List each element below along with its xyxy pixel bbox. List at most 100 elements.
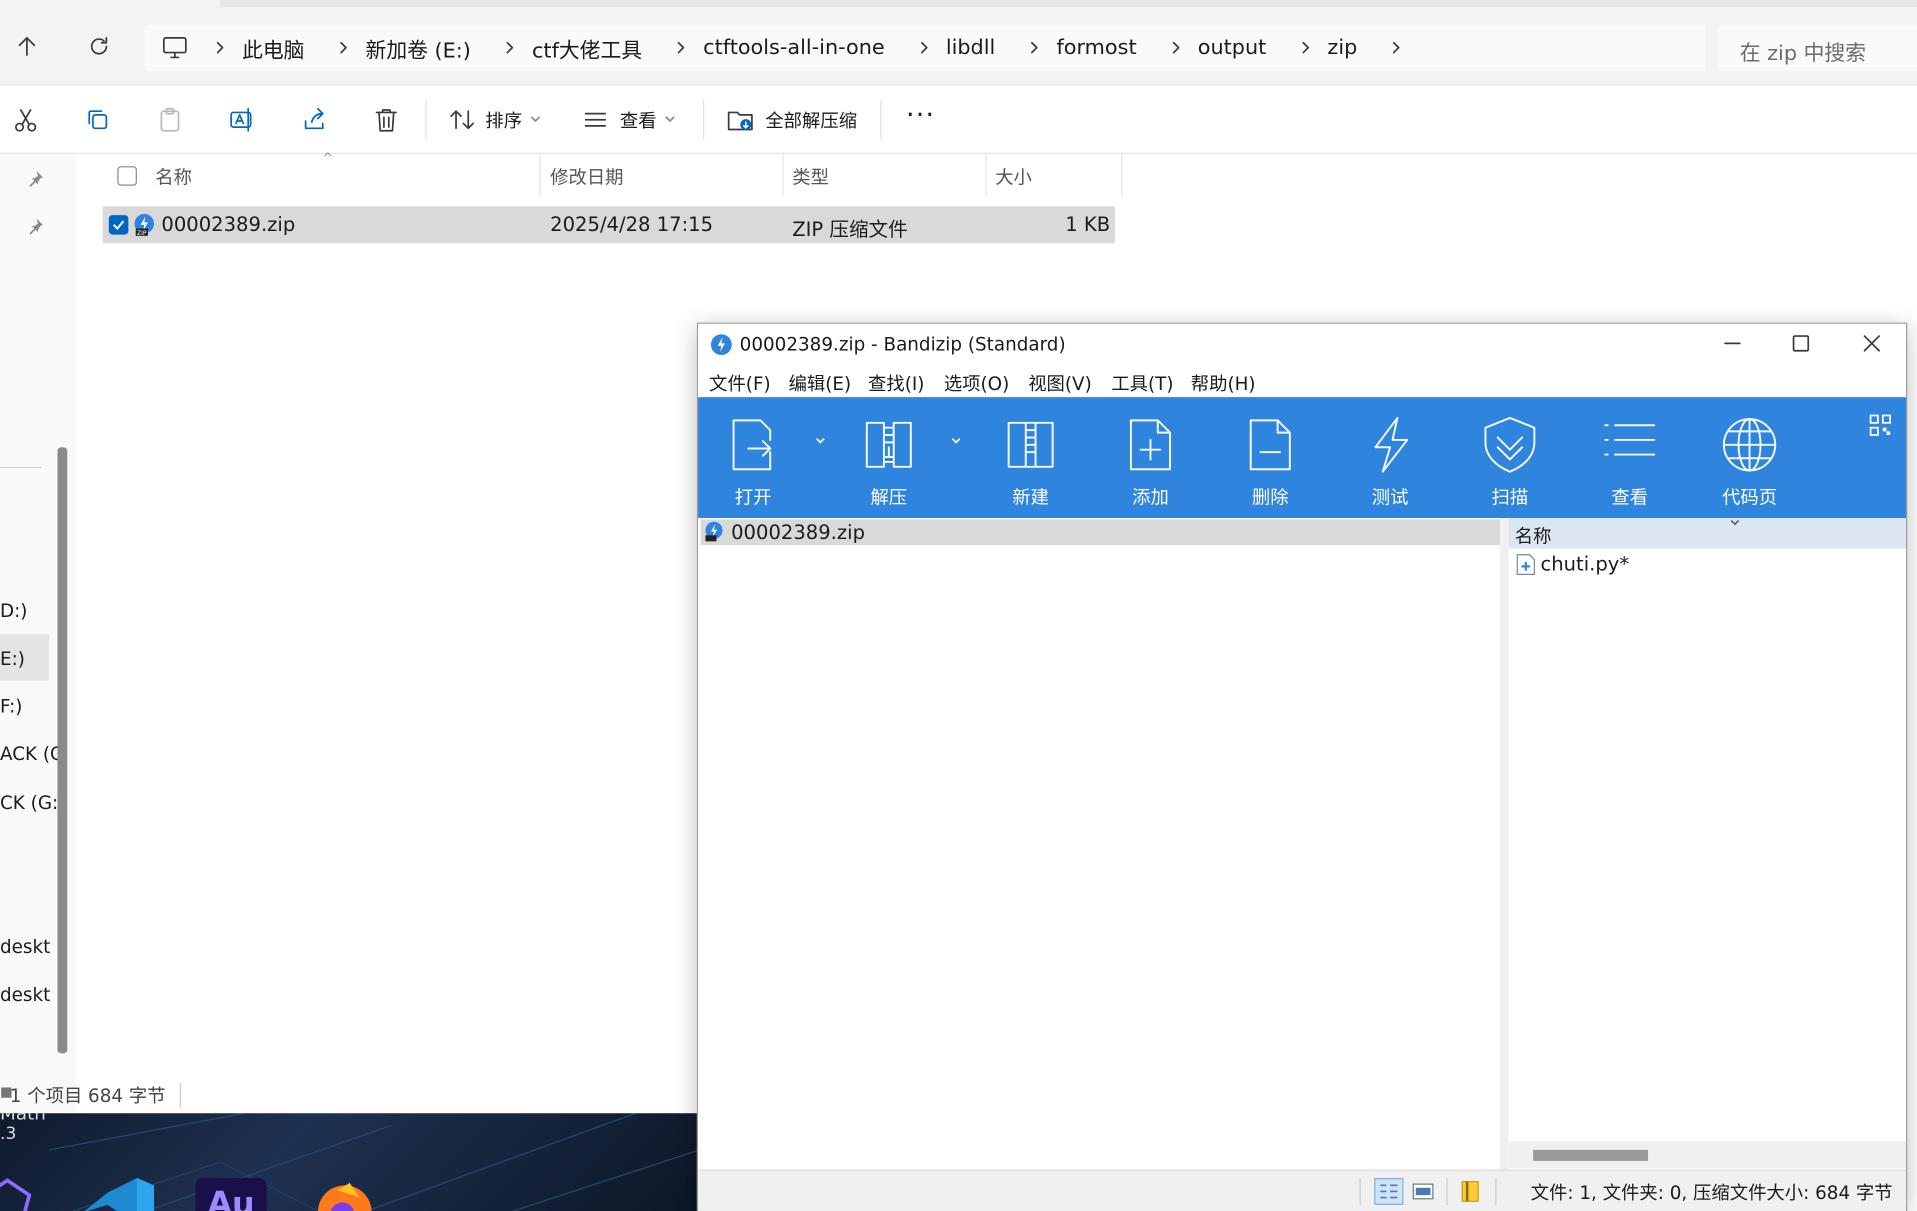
file-row[interactable]: ZIP 00002389.zip 2025/4/28 17:15 ZIP 压缩文…	[102, 206, 1116, 244]
menu-bar: 文件(F) 编辑(E) 查找(I) 选项(O) 视图(V) 工具(T) 帮助(H…	[698, 365, 1907, 398]
preview-view-icon[interactable]	[1412, 1182, 1434, 1202]
checkbox-checked-icon[interactable]	[108, 215, 129, 235]
breadcrumb-item[interactable]: libdll	[938, 35, 1019, 59]
add-button[interactable]: 添加	[1095, 397, 1205, 518]
copy-icon[interactable]	[84, 98, 111, 142]
vscode-icon[interactable]	[81, 1176, 157, 1211]
item-count: 1 个项目	[9, 1085, 83, 1108]
more-options-icon[interactable]: ···	[906, 93, 935, 137]
file-name[interactable]: 00002389.zip	[161, 213, 295, 236]
pane-splitter[interactable]	[1500, 518, 1509, 1170]
pin-icon[interactable]	[27, 218, 44, 235]
horizontal-scrollbar[interactable]	[1508, 1141, 1907, 1169]
title-bar[interactable]: 00002389.zip - Bandizip (Standard)	[698, 323, 1907, 366]
new-archive-button[interactable]: 新建	[976, 397, 1086, 518]
audition-icon[interactable]: Au	[195, 1178, 267, 1211]
maximize-icon[interactable]	[1791, 334, 1811, 354]
column-header: ^ 名称 修改日期 类型 大小	[103, 152, 1123, 196]
chevron-right-icon	[920, 41, 928, 54]
view-list-button[interactable]: 查看	[1575, 397, 1685, 518]
select-all-checkbox[interactable]	[117, 166, 137, 186]
column-name[interactable]: 名称	[155, 164, 192, 190]
view-list-label: 查看	[1611, 486, 1649, 509]
desktop-background: Math .3 Au	[0, 1113, 700, 1211]
chevron-right-icon[interactable]	[1389, 40, 1404, 55]
nav-item-desktop[interactable]: deskt	[0, 984, 50, 1006]
menu-file[interactable]: 文件(F)	[709, 370, 771, 396]
minimize-icon[interactable]	[1723, 334, 1743, 354]
scrollbar[interactable]	[57, 447, 68, 1054]
search-input[interactable]: 在 zip 中搜索	[1717, 24, 1917, 71]
view-button[interactable]: 查看	[582, 98, 676, 142]
column-type[interactable]: 类型	[792, 164, 829, 190]
open-button[interactable]: 打开	[698, 397, 808, 518]
codepage-button[interactable]: 代码页	[1695, 397, 1805, 518]
open-dropdown-icon[interactable]	[813, 434, 828, 449]
extract-button[interactable]: 解压	[834, 397, 944, 518]
menu-options[interactable]: 选项(O)	[944, 370, 1009, 396]
close-icon[interactable]	[1862, 334, 1882, 354]
nav-item-drive[interactable]: D:)	[0, 600, 27, 622]
chevron-right-icon	[506, 41, 514, 54]
delete-icon[interactable]	[373, 98, 400, 142]
scan-button[interactable]: 扫描	[1455, 397, 1565, 518]
nav-item-drive[interactable]: ACK (G	[0, 743, 64, 765]
column-size[interactable]: 大小	[995, 164, 1032, 190]
computer-icon[interactable]	[161, 35, 188, 59]
cut-icon[interactable]	[12, 98, 39, 142]
menu-tools[interactable]: 工具(T)	[1111, 370, 1173, 396]
details-view-icon[interactable]	[1374, 1178, 1404, 1205]
view-label: 查看	[619, 109, 657, 132]
app-icon[interactable]	[0, 1178, 32, 1211]
extract-all-button[interactable]: 全部解压缩	[726, 98, 857, 142]
test-button[interactable]: 测试	[1335, 397, 1445, 518]
status-bar: ■ 1 个项目 684 字节	[0, 1079, 709, 1113]
refresh-icon[interactable]	[87, 34, 111, 58]
list-header-name: 名称	[1514, 525, 1552, 548]
breadcrumb-item[interactable]: formost	[1049, 35, 1161, 59]
menu-find[interactable]: 查找(I)	[868, 370, 924, 396]
delete-button[interactable]: 删除	[1215, 397, 1325, 518]
paste-icon[interactable]	[156, 98, 183, 142]
nav-item-drive[interactable]: CK (G:)	[0, 792, 65, 814]
breadcrumb-item[interactable]: 新加卷 (E:)	[358, 32, 495, 62]
list-header[interactable]: 名称	[1508, 518, 1907, 549]
extract-dropdown-icon[interactable]	[949, 434, 964, 449]
chevron-right-icon	[1172, 41, 1180, 54]
share-icon[interactable]	[301, 98, 328, 142]
breadcrumb-item[interactable]: ctftools-all-in-one	[696, 35, 909, 59]
column-modified[interactable]: 修改日期	[550, 164, 623, 190]
breadcrumb-item[interactable]: ctf大佬工具	[525, 32, 667, 62]
firefox-icon[interactable]	[313, 1178, 381, 1211]
menu-view[interactable]: 视图(V)	[1028, 370, 1092, 396]
file-size: 1 KB	[1065, 212, 1111, 236]
pin-icon[interactable]	[27, 170, 44, 187]
breadcrumb-item[interactable]: output	[1190, 35, 1290, 59]
scrollbar-thumb[interactable]	[1533, 1149, 1649, 1161]
list-item[interactable]: chuti.py*	[1509, 551, 1906, 578]
nav-item-desktop[interactable]: deskt	[0, 936, 50, 958]
zip-file-icon	[703, 521, 725, 543]
chevron-right-icon	[1031, 41, 1038, 54]
up-arrow-icon[interactable]	[15, 34, 39, 58]
globe-icon	[1722, 418, 1777, 472]
rename-icon[interactable]	[229, 98, 256, 142]
archive-info-icon[interactable]	[1459, 1180, 1483, 1202]
grid-layout-icon[interactable]	[1869, 414, 1891, 436]
menu-edit[interactable]: 编辑(E)	[789, 370, 852, 396]
tree-item[interactable]: 00002389.zip	[700, 519, 1501, 546]
menu-help[interactable]: 帮助(H)	[1191, 370, 1256, 396]
nav-item-drive[interactable]: F:)	[0, 695, 22, 717]
bandizip-window: 00002389.zip - Bandizip (Standard) 文件(F)…	[696, 322, 1908, 1211]
extract-folder-icon	[727, 111, 753, 131]
selection-size: 684 字节	[88, 1085, 166, 1108]
breadcrumb[interactable]: 此电脑 新加卷 (E:) ctf大佬工具 ctftools-all-in-one…	[144, 24, 1706, 71]
open-label: 打开	[734, 486, 772, 509]
nav-item-drive[interactable]: E:)	[0, 648, 25, 670]
svg-text:ZIP: ZIP	[137, 230, 147, 237]
breadcrumb-item[interactable]: 此电脑	[235, 32, 329, 62]
breadcrumb-item[interactable]: zip	[1320, 35, 1382, 59]
add-file-icon	[1129, 419, 1172, 471]
view-icon	[584, 112, 607, 127]
sort-button[interactable]: 排序	[449, 98, 542, 142]
